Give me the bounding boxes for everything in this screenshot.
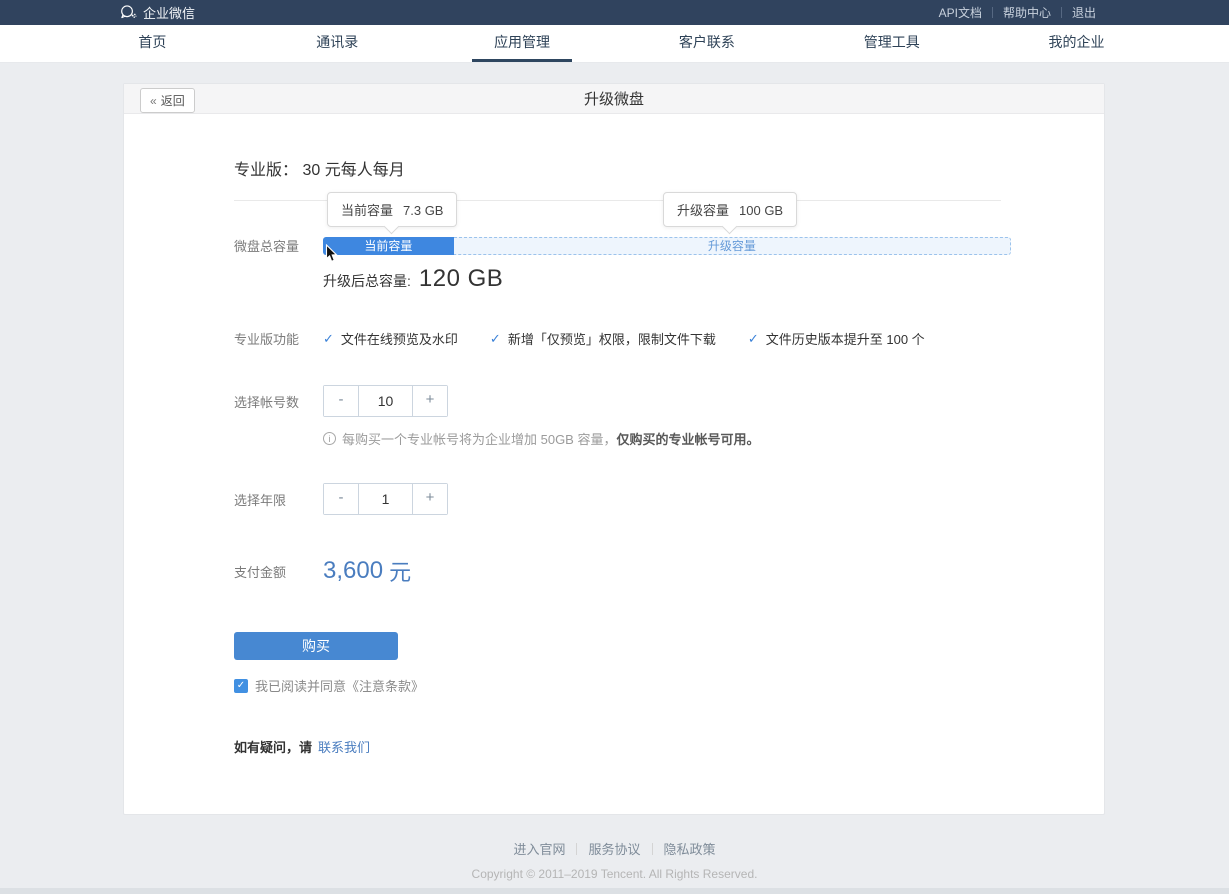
years-value[interactable]: 1 [358, 484, 413, 514]
capacity-bar-current-segment: 当前容量 [323, 237, 454, 255]
topbar-links: API文档 帮助中心 退出 [939, 4, 1096, 21]
wechat-work-logo-icon [120, 4, 137, 21]
card-body: 专业版： 30 元每人每月 微盘总容量 当前容量7.3 GB 升级容量100 G… [124, 114, 1104, 756]
feature-text: 文件在线预览及水印 [341, 329, 458, 348]
official-site-link[interactable]: 进入官网 [513, 839, 565, 858]
check-icon: ✓ [490, 331, 501, 347]
years-stepper: - 1 + [323, 483, 448, 515]
payment-unit: 元 [389, 555, 411, 587]
terms-link[interactable]: 《注意条款》 [346, 676, 424, 695]
feature-item: ✓ 新增「仅预览」权限，限制文件下载 [490, 329, 716, 348]
agreement-row: ✓ 我已阅读并同意 《注意条款》 [234, 676, 1104, 695]
decrease-button[interactable]: - [324, 484, 358, 514]
years-row: 选择年限 - 1 + [234, 483, 1104, 515]
note-bold-text: 仅购买的专业帐号可用。 [616, 429, 759, 448]
feature-item: ✓ 文件在线预览及水印 [323, 329, 458, 348]
nav-item-home[interactable]: 首页 [60, 25, 245, 62]
mouse-cursor-icon [325, 244, 338, 263]
feature-item: ✓ 文件历史版本提升至 100 个 [748, 329, 925, 348]
account-count-label: 选择帐号数 [234, 392, 323, 411]
increase-button[interactable]: + [413, 484, 447, 514]
brand-label: 企业微信 [143, 3, 195, 22]
total-after-value: 120 GB [419, 265, 503, 293]
plan-price-heading: 专业版： 30 元每人每月 [234, 156, 1104, 176]
help-center-link[interactable]: 帮助中心 [1003, 4, 1051, 21]
current-capacity-tooltip: 当前容量 7.3 GB [327, 192, 457, 227]
logout-link[interactable]: 退出 [1072, 4, 1096, 21]
info-icon: i [323, 432, 336, 445]
account-count-stepper: - 10 + [323, 385, 448, 417]
tooltip-value: 7.3 GB [403, 203, 443, 218]
tooltip-label: 升级容量 [677, 203, 729, 218]
capacity-bar-upgrade-segment: 升级容量 [454, 237, 1011, 255]
back-button-label: 返回 [161, 92, 185, 109]
agreement-checkbox[interactable]: ✓ [234, 679, 248, 693]
account-count-row: 选择帐号数 - 10 + [234, 385, 1104, 417]
card-header: « 返回 升级微盘 [124, 84, 1104, 114]
divider [652, 843, 653, 855]
nav-item-contacts[interactable]: 通讯录 [245, 25, 430, 62]
tooltip-value: 100 GB [739, 203, 783, 218]
agreement-text: 我已阅读并同意 [255, 676, 346, 695]
total-after-row: 升级后总容量: 120 GB [323, 265, 1104, 293]
upgrade-card: « 返回 升级微盘 专业版： 30 元每人每月 微盘总容量 当前容量7.3 GB… [123, 83, 1105, 815]
privacy-policy-link[interactable]: 隐私政策 [664, 839, 716, 858]
years-label: 选择年限 [234, 490, 323, 509]
tooltip-label: 当前容量 [341, 203, 393, 218]
upgrade-capacity-tooltip: 升级容量 100 GB [663, 192, 797, 227]
copyright-text: Copyright © 2011–2019 Tencent. All Right… [0, 867, 1229, 881]
payment-amount: 3,600 [323, 557, 383, 585]
contact-row: 如有疑问，请 联系我们 [234, 737, 1104, 756]
divider [576, 843, 577, 855]
footer-links: 进入官网 服务协议 隐私政策 [0, 839, 1229, 858]
nav-item-app-management[interactable]: 应用管理 [430, 25, 615, 62]
brand: 企业微信 [120, 3, 195, 22]
contact-prefix: 如有疑问，请 [234, 737, 312, 756]
total-after-label: 升级后总容量: [323, 271, 411, 291]
nav-item-admin-tools[interactable]: 管理工具 [799, 25, 984, 62]
capacity-bar: 当前容量7.3 GB 升级容量100 GB 当前容量 升级容量 [323, 237, 1011, 255]
features-label: 专业版功能 [234, 329, 323, 348]
account-count-value[interactable]: 10 [358, 386, 413, 416]
increase-button[interactable]: + [413, 386, 447, 416]
payment-label: 支付金额 [234, 562, 323, 581]
check-icon: ✓ [748, 331, 759, 347]
features-row: 专业版功能 ✓ 文件在线预览及水印 ✓ 新增「仅预览」权限，限制文件下载 ✓ 文… [234, 329, 1104, 348]
main-nav: 首页 通讯录 应用管理 客户联系 管理工具 我的企业 [0, 25, 1229, 63]
nav-item-customer-contact[interactable]: 客户联系 [614, 25, 799, 62]
service-agreement-link[interactable]: 服务协议 [588, 839, 640, 858]
buy-button[interactable]: 购买 [234, 632, 398, 660]
api-docs-link[interactable]: API文档 [939, 4, 982, 21]
divider [992, 7, 993, 18]
nav-item-my-company[interactable]: 我的企业 [984, 25, 1169, 62]
note-text: 每购买一个专业帐号将为企业增加 50GB 容量， [342, 429, 616, 448]
page-title: 升级微盘 [584, 88, 644, 109]
footer: 进入官网 服务协议 隐私政策 Copyright © 2011–2019 Ten… [0, 839, 1229, 881]
check-icon: ✓ [323, 331, 334, 347]
bottom-strip [0, 888, 1229, 894]
contact-us-link[interactable]: 联系我们 [318, 737, 370, 756]
account-note: i 每购买一个专业帐号将为企业增加 50GB 容量， 仅购买的专业帐号可用。 [323, 429, 1104, 448]
back-button[interactable]: « 返回 [140, 88, 195, 113]
feature-text: 文件历史版本提升至 100 个 [766, 329, 925, 348]
divider [1061, 7, 1062, 18]
features-list: ✓ 文件在线预览及水印 ✓ 新增「仅预览」权限，限制文件下载 ✓ 文件历史版本提… [323, 329, 957, 348]
capacity-row: 微盘总容量 当前容量7.3 GB 升级容量100 GB 当前容量 升级容量 [234, 236, 1104, 255]
payment-row: 支付金额 3,600 元 [234, 555, 1104, 587]
decrease-button[interactable]: - [324, 386, 358, 416]
back-chevron-icon: « [150, 94, 157, 108]
topbar: 企业微信 API文档 帮助中心 退出 [0, 0, 1229, 25]
capacity-label: 微盘总容量 [234, 236, 323, 255]
feature-text: 新增「仅预览」权限，限制文件下载 [508, 329, 716, 348]
